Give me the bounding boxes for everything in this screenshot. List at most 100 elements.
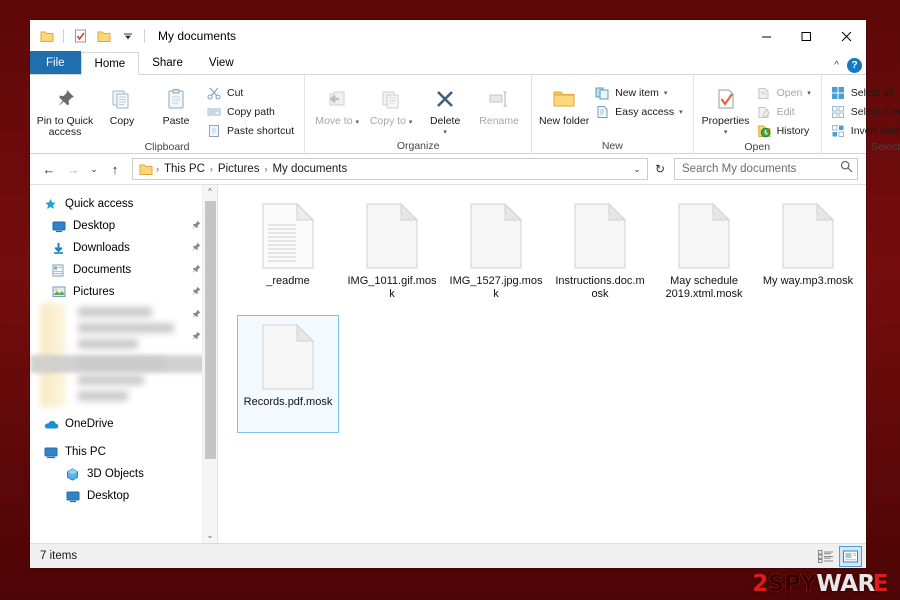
copy-to-button[interactable]: Copy to ▾ [365, 80, 417, 128]
scrollbar-thumb[interactable] [205, 201, 216, 459]
copy-button[interactable]: Copy [96, 80, 148, 127]
edit-button[interactable]: Edit [754, 103, 815, 121]
recent-locations-icon[interactable]: ⌄ [86, 158, 102, 180]
file-name: IMG_1527.jpg.mosk [449, 275, 543, 300]
new-folder-icon[interactable] [93, 25, 115, 47]
customize-dropdown-icon[interactable] [117, 25, 139, 47]
close-button[interactable] [826, 20, 866, 52]
blank-file-icon [262, 323, 315, 390]
file-item[interactable]: Instructions.doc.mosk [549, 195, 651, 313]
sidebar-item-onedrive[interactable]: OneDrive [30, 413, 217, 435]
help-icon[interactable]: ? [847, 58, 862, 73]
file-item[interactable]: My way.mp3.mosk [757, 195, 859, 313]
caret-icon[interactable]: ▾ [724, 127, 728, 138]
sidebar-item-downloads[interactable]: Downloads [30, 237, 217, 259]
new-item-button[interactable]: New item ▾ [592, 84, 686, 102]
breadcrumb[interactable]: › This PC › Pictures › My documents ⌄ [132, 158, 648, 180]
invert-selection-button[interactable]: Invert selection [828, 122, 900, 140]
sidebar-item-documents[interactable]: Documents [30, 259, 217, 281]
properties-button[interactable]: Properties ▾ [700, 80, 752, 138]
file-item[interactable]: IMG_1527.jpg.mosk [445, 195, 547, 313]
file-name: Instructions.doc.mosk [555, 275, 645, 300]
copy-label: Copy [109, 115, 135, 127]
delete-button[interactable]: Delete ▾ [419, 80, 471, 138]
cut-button[interactable]: Cut [204, 84, 298, 102]
ribbon-tab-actions: ^ ? [834, 58, 862, 73]
history-icon [756, 123, 772, 139]
pin-icon[interactable] [191, 286, 201, 298]
move-to-button[interactable]: Move to ▾ [311, 80, 363, 128]
watermark-part-4: E [872, 571, 889, 597]
desktop-icon [52, 220, 70, 233]
paste-button[interactable]: Paste [150, 80, 202, 127]
search-icon[interactable] [840, 160, 853, 178]
select-none-button[interactable]: Select none [828, 103, 900, 121]
refresh-icon[interactable]: ↻ [650, 162, 670, 176]
open-button[interactable]: Open ▾ [754, 84, 815, 102]
maximize-button[interactable] [786, 20, 826, 52]
pin-icon[interactable] [191, 264, 201, 276]
pin-icon[interactable] [191, 308, 201, 320]
file-item[interactable]: _readme [237, 195, 339, 313]
sidebar-item-this-pc[interactable]: This PC [30, 441, 217, 463]
tab-file[interactable]: File [30, 51, 81, 74]
minimize-button[interactable] [746, 20, 786, 52]
delete-icon [434, 84, 456, 114]
properties-icon[interactable] [69, 25, 91, 47]
pin-icon[interactable] [191, 330, 201, 342]
rename-button[interactable]: Rename [473, 80, 525, 127]
back-arrow-icon[interactable]: ← [38, 158, 60, 180]
ribbon-group-new-label: New [601, 140, 623, 152]
forward-arrow-icon[interactable]: → [62, 158, 84, 180]
caret-icon[interactable]: ▾ [443, 127, 447, 138]
sidebar-item-desktop[interactable]: Desktop [30, 215, 217, 237]
blank-file-icon [782, 202, 835, 269]
search-input[interactable] [682, 163, 840, 175]
select-all-icon [830, 85, 846, 101]
tab-home[interactable]: Home [80, 52, 140, 75]
details-view-icon[interactable] [814, 546, 837, 567]
file-name: _readme [266, 275, 310, 287]
paste-shortcut-label: Paste shortcut [227, 125, 295, 137]
new-folder-button[interactable]: New folder [538, 80, 590, 127]
sidebar-scrollbar[interactable]: ^ ⌄ [202, 185, 217, 543]
sidebar-item-3d-objects[interactable]: 3D Objects [30, 463, 217, 485]
search-box[interactable] [674, 158, 858, 180]
file-item[interactable]: IMG_1011.gif.mosk [341, 195, 443, 313]
open-small-buttons: Open ▾ Edit History [754, 80, 815, 140]
file-item[interactable]: May schedule 2019.xtml.mosk [653, 195, 755, 313]
sidebar-item-desktop-pc[interactable]: Desktop [30, 485, 217, 507]
this-pc-icon [44, 446, 62, 459]
scroll-down-icon[interactable]: ⌄ [207, 529, 214, 543]
pin-icon[interactable] [191, 242, 201, 254]
large-icons-view-icon[interactable] [839, 545, 862, 567]
sidebar-label-desktop-pc: Desktop [87, 490, 130, 502]
up-arrow-icon[interactable]: ↑ [104, 158, 126, 180]
ribbon-group-organize: Move to ▾ Copy to ▾ Delete ▾ Rename Orga… [305, 75, 533, 153]
breadcrumb-item-this-pc[interactable]: This PC [161, 163, 208, 175]
tab-view[interactable]: View [196, 51, 247, 74]
chevron-down-icon[interactable]: ⌄ [629, 164, 645, 175]
sidebar-label-quick-access: Quick access [65, 198, 134, 210]
chevron-up-icon[interactable]: ^ [834, 60, 839, 71]
sidebar-item-quick-access[interactable]: Quick access [30, 193, 217, 215]
pin-icon[interactable] [191, 220, 201, 232]
clipboard-small-buttons: Cut Copy path Paste shortcut [204, 80, 298, 140]
sidebar-item-pictures[interactable]: Pictures [30, 281, 217, 303]
paste-shortcut-button[interactable]: Paste shortcut [204, 122, 298, 140]
title-bar: My documents [30, 20, 866, 52]
file-item-selected[interactable]: Records.pdf.mosk [237, 315, 339, 433]
select-all-button[interactable]: Select all [828, 84, 900, 102]
breadcrumb-item-pictures[interactable]: Pictures [215, 163, 263, 175]
folder-icon[interactable] [36, 25, 58, 47]
copy-path-button[interactable]: Copy path [204, 103, 298, 121]
file-list-pane[interactable]: _readme IMG_1011.gif.mosk IMG_1527.jpg.m… [218, 185, 866, 543]
paste-label: Paste [162, 115, 190, 127]
tab-share[interactable]: Share [139, 51, 196, 74]
easy-access-button[interactable]: Easy access ▾ [592, 103, 686, 121]
history-button[interactable]: History [754, 122, 815, 140]
breadcrumb-item-my-documents[interactable]: My documents [269, 163, 350, 175]
window-title: My documents [158, 29, 237, 43]
scroll-up-icon[interactable]: ^ [208, 185, 212, 199]
pin-to-quick-access-button[interactable]: Pin to Quick access [36, 80, 94, 138]
